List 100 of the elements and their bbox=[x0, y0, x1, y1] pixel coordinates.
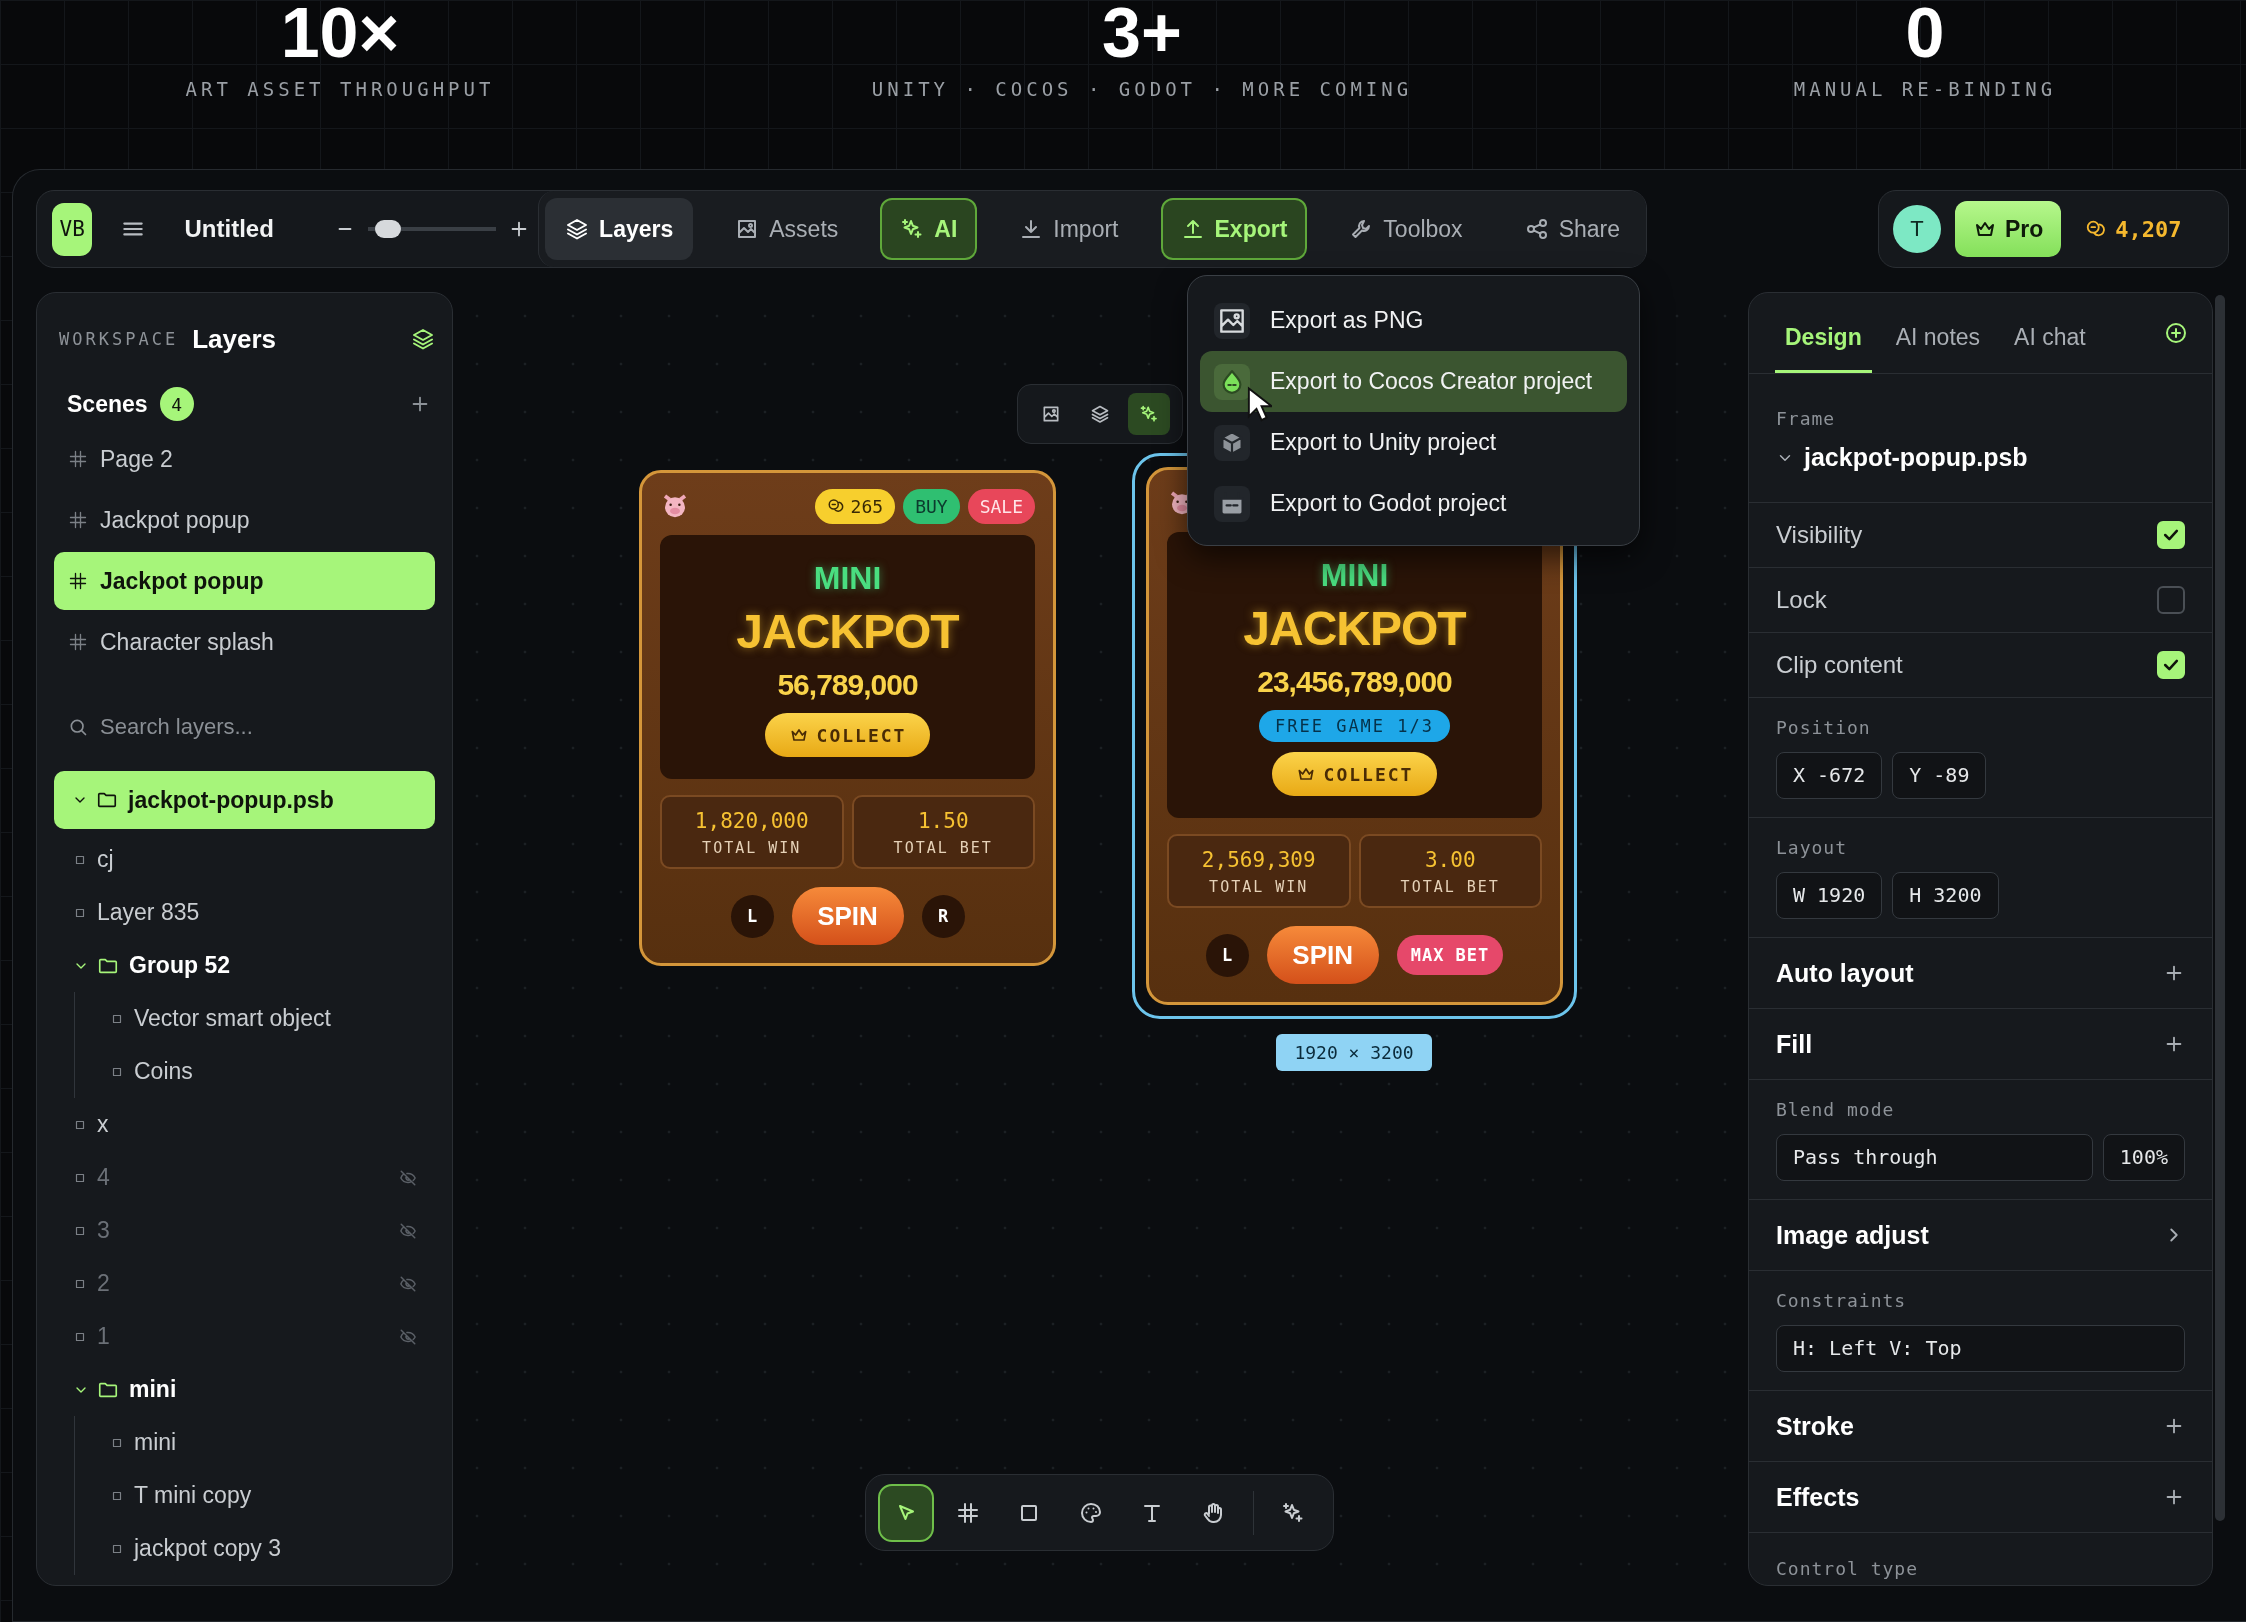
toolbar-tab[interactable]: AI bbox=[880, 198, 978, 260]
stat-value: 3+ bbox=[1102, 0, 1182, 66]
round-button[interactable]: R bbox=[921, 894, 965, 938]
toolbar-tab[interactable]: Export bbox=[1160, 198, 1308, 260]
collect-button[interactable]: COLLECT bbox=[1271, 752, 1438, 796]
layers-icon[interactable] bbox=[411, 327, 435, 351]
stat-label: MANUAL RE-BINDING bbox=[1793, 78, 2057, 100]
layer-item[interactable]: 1 bbox=[54, 1310, 435, 1363]
logo[interactable]: VB bbox=[52, 202, 93, 256]
layer-item[interactable]: T mini copy bbox=[54, 1469, 435, 1522]
input-field[interactable]: Y -89 bbox=[1892, 751, 1987, 799]
stat-label: UNITY · COCOS · GODOT · MORE COMING bbox=[871, 78, 1413, 100]
stat-label: ART ASSET THROUGHPUT bbox=[185, 78, 495, 100]
input-field[interactable]: X -672 bbox=[1776, 751, 1883, 799]
round-button[interactable]: L bbox=[730, 894, 774, 938]
stat-amount: 3.00 bbox=[1424, 848, 1476, 872]
eye-off-icon[interactable] bbox=[399, 1168, 417, 1187]
layer-item[interactable]: Vector smart object bbox=[54, 992, 435, 1045]
stat-caption: TOTAL BET bbox=[1400, 878, 1500, 896]
layer-name: Coins bbox=[134, 1058, 193, 1085]
eye-off-icon[interactable] bbox=[399, 1274, 417, 1293]
frame-name: jackpot-popup.psb bbox=[1804, 443, 2028, 472]
toolbar-tab[interactable]: Layers bbox=[545, 198, 694, 260]
jackpot-amount: 56,789,000 bbox=[777, 667, 918, 703]
sparkle-button[interactable] bbox=[1128, 393, 1171, 435]
zoom-thumb[interactable] bbox=[374, 220, 401, 238]
layer-item[interactable]: Layer 835 bbox=[54, 886, 435, 939]
cursor-icon bbox=[1246, 386, 1272, 424]
free-game-tag: FREE GAME 1/3 bbox=[1258, 710, 1451, 742]
frame-icon bbox=[955, 1500, 980, 1525]
round-button[interactable]: L bbox=[1205, 933, 1249, 977]
eye-off-icon[interactable] bbox=[399, 1221, 417, 1240]
panel-tab[interactable]: AI notes bbox=[1885, 293, 1991, 373]
hash-icon bbox=[68, 449, 88, 469]
layer-item[interactable]: 4 bbox=[54, 1151, 435, 1204]
scenes-label: Scenes bbox=[67, 390, 148, 418]
avatar[interactable]: T bbox=[1893, 205, 1941, 253]
toolbar-tab[interactable]: Toolbox bbox=[1329, 198, 1483, 260]
input-field[interactable]: H 3200 bbox=[1892, 871, 1999, 919]
section-title: Fill bbox=[1776, 1029, 1813, 1059]
scene-item[interactable]: Jackpot popup bbox=[54, 491, 435, 549]
panel-tab[interactable]: Design bbox=[1775, 293, 1872, 373]
input-field[interactable]: 100% bbox=[2102, 1133, 2185, 1181]
game-card[interactable]: 265 BUY SALE MINI JACKPOT 56,789,000 COLLECT 1,820,000 TOTAL WIN 1.50 TOTAL BET L SPIN R bbox=[639, 470, 1056, 966]
scene-item[interactable]: Character splash bbox=[54, 613, 435, 671]
checkbox[interactable] bbox=[2157, 586, 2185, 614]
layer-item[interactable]: 2 bbox=[54, 1257, 435, 1310]
scene-name: Jackpot popup bbox=[100, 567, 264, 595]
stat-amount: 1.50 bbox=[917, 809, 969, 833]
pointer-tool[interactable] bbox=[878, 1483, 935, 1542]
layer-item[interactable]: jackpot-popup.psb bbox=[54, 771, 435, 829]
layer-name: T mini copy bbox=[134, 1482, 252, 1509]
layer-item[interactable]: mini bbox=[54, 1363, 435, 1416]
jackpot-title: JACKPOT bbox=[736, 605, 959, 659]
pro-button[interactable]: Pro bbox=[1955, 201, 2062, 257]
layer-name: 1 bbox=[97, 1323, 110, 1350]
input-field[interactable]: W 1920 bbox=[1776, 871, 1883, 919]
stat-amount: 1,820,000 bbox=[694, 809, 809, 833]
layer-item[interactable]: x bbox=[54, 1098, 435, 1151]
image-icon bbox=[1220, 308, 1244, 333]
menu-item[interactable]: Export to Cocos Creator project bbox=[1200, 351, 1627, 412]
hash-icon bbox=[68, 571, 88, 591]
bet-button[interactable]: MAX BET bbox=[1396, 935, 1504, 975]
layer-name: jackpot copy 3 bbox=[134, 1535, 282, 1562]
scene-item[interactable]: Jackpot popup bbox=[54, 552, 435, 610]
panel-eyebrow: WORKSPACE bbox=[59, 329, 179, 349]
scene-item[interactable]: Page 2 bbox=[54, 430, 435, 488]
layer-item[interactable]: Coins bbox=[54, 1045, 435, 1098]
menu-label: Export to Unity project bbox=[1270, 429, 1497, 456]
panel-title: Layers bbox=[192, 323, 276, 355]
layer-name: Group 52 bbox=[129, 952, 230, 979]
layer-name: cj bbox=[97, 846, 114, 873]
layer-item[interactable]: jackpot copy 3 bbox=[54, 1522, 435, 1575]
document-title[interactable]: Untitled bbox=[184, 215, 274, 243]
select-field[interactable]: H: Left V: Top bbox=[1776, 1324, 2185, 1372]
layer-item[interactable]: Group 52 bbox=[54, 939, 435, 992]
layer-name: 2 bbox=[97, 1270, 110, 1297]
scrollbar-thumb[interactable] bbox=[2215, 295, 2225, 1521]
select-field[interactable]: Pass through bbox=[1776, 1133, 2093, 1181]
section-label: Position bbox=[1776, 716, 1872, 738]
eye-off-icon[interactable] bbox=[399, 1327, 417, 1346]
layer-item[interactable]: cj bbox=[54, 833, 435, 886]
toolbar-tab[interactable]: Share bbox=[1504, 198, 1640, 260]
menu-label: Export as PNG bbox=[1270, 307, 1424, 334]
search-field[interactable]: Search layers... bbox=[98, 713, 435, 741]
property-label: Clip content bbox=[1776, 651, 1903, 679]
coin-badge[interactable]: 265 bbox=[814, 488, 896, 524]
panel-tab[interactable]: AI chat bbox=[2004, 293, 2096, 373]
add-icon[interactable] bbox=[2164, 321, 2188, 345]
scene-name: Character splash bbox=[100, 628, 274, 656]
section-label: Frame bbox=[1776, 408, 1837, 429]
stat-amount: 2,569,309 bbox=[1201, 848, 1316, 872]
collect-button[interactable]: COLLECT bbox=[764, 713, 931, 757]
layer-item[interactable]: mini bbox=[54, 1416, 435, 1469]
layer-item[interactable]: 3 bbox=[54, 1204, 435, 1257]
menu-item[interactable]: Export as PNG bbox=[1200, 290, 1627, 351]
buy-badge[interactable]: BUY bbox=[903, 488, 960, 524]
jackpot-amount: 23,456,789,000 bbox=[1257, 664, 1452, 700]
toolbar-tab[interactable]: Import bbox=[999, 198, 1139, 260]
toolbar-tab[interactable]: Assets bbox=[715, 198, 859, 260]
